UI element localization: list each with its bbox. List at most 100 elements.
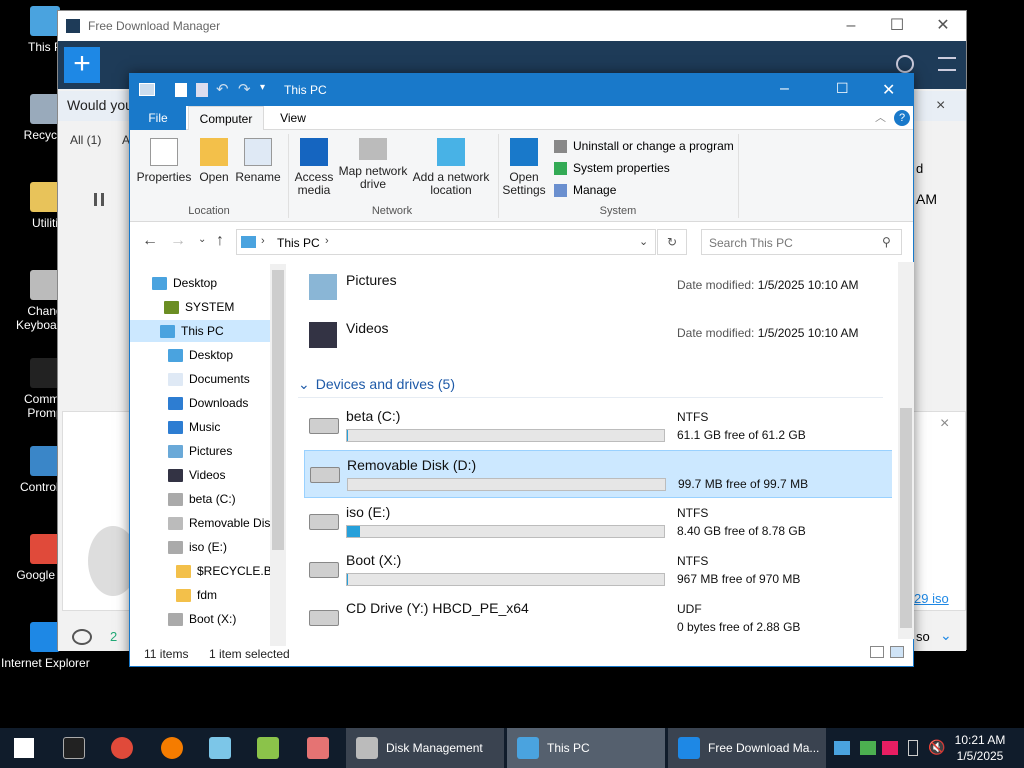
redo-icon[interactable]: ↷ — [238, 80, 251, 98]
tab-file[interactable]: File — [130, 106, 186, 130]
taskbar-this-pc[interactable]: This PC — [507, 728, 665, 768]
volume-muted-icon[interactable]: 🔇 — [928, 739, 945, 756]
group-header-devices[interactable]: ⌄ Devices and drives (5) — [298, 376, 883, 398]
explorer-window[interactable]: ↶ ↷ ▾ This PC – ☐ ✕ File Computer View ︿… — [129, 73, 914, 667]
recent-dropdown-icon[interactable]: ⌄ — [198, 234, 206, 245]
new-folder-qat-icon[interactable] — [196, 83, 208, 97]
maximize-button[interactable]: ☐ — [836, 80, 849, 97]
nav-item[interactable]: iso (E:) — [168, 536, 227, 558]
iso-text: so — [916, 629, 930, 644]
tiles-view-icon[interactable] — [890, 646, 904, 658]
folder-name: Videos — [346, 320, 389, 336]
tray-app-icon[interactable] — [860, 741, 876, 755]
taskbar-disk-management[interactable]: Disk Management — [346, 728, 504, 768]
nav-item[interactable]: Pictures — [168, 440, 232, 462]
help-icon[interactable]: ? — [894, 110, 910, 126]
chevron-down-icon[interactable]: ⌄ — [940, 627, 952, 644]
drive-item[interactable]: CD Drive (Y:) HBCD_PE_x64 UDF 0 bytes free… — [304, 594, 892, 637]
fdm-close-button[interactable]: ✕ — [920, 11, 966, 41]
tray-usb-icon[interactable] — [908, 740, 918, 756]
breadcrumb-this-pc[interactable]: This PC — [277, 236, 320, 250]
manage-button[interactable]: Manage — [554, 183, 616, 197]
system-properties-button[interactable]: System properties — [554, 161, 670, 175]
fdm-maximize-button[interactable]: ☐ — [874, 11, 920, 41]
nav-item[interactable]: Videos — [168, 464, 225, 486]
rename-button[interactable]: Rename — [234, 138, 282, 184]
add-download-button[interactable]: + — [64, 47, 100, 83]
open-settings-button[interactable]: Open Settings — [502, 138, 546, 197]
qat-dropdown-icon[interactable]: ▾ — [260, 82, 265, 93]
details-view-icon[interactable] — [870, 646, 884, 658]
nav-item[interactable]: Downloads — [168, 392, 248, 414]
drive-item[interactable]: beta (C:) NTFS 61.1 GB free of 61.2 GB — [304, 402, 892, 450]
taskbar-firefox[interactable] — [150, 728, 194, 768]
drive-item[interactable]: Removable Disk (D:) 99.7 MB free of 99.7 … — [304, 450, 892, 498]
drive-item[interactable]: Boot (X:) NTFS 967 MB free of 970 MB — [304, 546, 892, 594]
pause-icon[interactable] — [94, 193, 104, 206]
menu-icon[interactable] — [938, 57, 956, 71]
taskbar-cmd[interactable] — [52, 728, 96, 768]
taskbar-tool[interactable] — [296, 728, 340, 768]
tab-view[interactable]: View — [268, 106, 318, 130]
forward-arrow-icon[interactable]: → — [170, 232, 186, 250]
uninstall-button[interactable]: Uninstall or change a program — [554, 139, 734, 153]
banner-text: Would you — [67, 97, 133, 113]
nav-item[interactable]: Documents — [168, 368, 250, 390]
address-dropdown-icon[interactable]: ⌄ — [639, 235, 648, 248]
collapse-ribbon-icon[interactable]: ︿ — [875, 109, 886, 125]
undo-icon[interactable]: ↶ — [216, 80, 229, 98]
folder-item[interactable]: Videos Date modified: 1/5/2025 10:10 AM — [304, 314, 892, 362]
address-box[interactable]: › This PC › ⌄ — [236, 229, 656, 255]
nav-scrollbar[interactable] — [270, 264, 286, 646]
open-button[interactable]: Open — [194, 138, 234, 184]
fdm-minimize-button[interactable]: – — [828, 11, 874, 41]
folder-item[interactable]: Pictures Date modified: 1/5/2025 10:10 AM — [304, 266, 892, 314]
navigation-pane[interactable]: Desktop SYSTEM This PC Desktop Documents Down… — [130, 262, 285, 637]
tab-all[interactable]: All (1) — [70, 133, 101, 147]
add-location-button[interactable]: Add a network location — [410, 138, 492, 197]
drive-item[interactable]: iso (E:) NTFS 8.40 GB free of 8.78 GB — [304, 498, 892, 546]
search-icon[interactable]: ⚲ — [882, 235, 891, 249]
banner-close-button[interactable]: × — [936, 97, 945, 115]
minimize-button[interactable]: – — [780, 80, 789, 98]
desktop-app-icon — [30, 622, 60, 652]
nav-item[interactable]: CD Drive (Y:) H — [168, 632, 272, 637]
content-scrollbar[interactable] — [898, 262, 914, 639]
tab-computer[interactable]: Computer — [188, 106, 264, 130]
nav-item[interactable]: This PC — [130, 320, 270, 342]
taskbar-chrome[interactable] — [100, 728, 144, 768]
nav-item[interactable]: fdm — [176, 584, 217, 606]
taskbar-fdm[interactable]: Free Download Ma... — [668, 728, 826, 768]
nav-item[interactable]: beta (C:) — [168, 488, 236, 510]
access-media-button[interactable]: Access media — [292, 138, 336, 197]
taskbar-app[interactable] — [246, 728, 290, 768]
properties-button[interactable]: Properties — [136, 138, 192, 184]
nav-scrollbar-thumb[interactable] — [272, 270, 284, 550]
tray-color-icon[interactable] — [882, 741, 898, 755]
nav-item[interactable]: Desktop — [152, 272, 217, 294]
clock[interactable]: 10:21 AM 1/5/2025 — [950, 732, 1010, 764]
speed-icon[interactable] — [72, 629, 92, 645]
nav-item[interactable]: Music — [168, 416, 220, 438]
nav-item[interactable]: Boot (X:) — [168, 608, 236, 630]
nav-item-icon — [152, 276, 167, 290]
details-close-icon[interactable]: × — [940, 415, 949, 433]
content-scrollbar-thumb[interactable] — [900, 408, 912, 628]
nav-item[interactable]: SYSTEM — [164, 296, 234, 318]
taskbar-notepad[interactable] — [198, 728, 242, 768]
map-drive-button[interactable]: Map network drive — [336, 138, 410, 191]
tray-network-icon[interactable] — [834, 741, 850, 755]
content-pane[interactable]: Pictures Date modified: 1/5/2025 10:10 AM… — [292, 262, 892, 637]
properties-qat-icon[interactable] — [175, 83, 187, 97]
search-box[interactable]: Search This PC ⚲ — [701, 229, 902, 255]
back-arrow-icon[interactable]: ← — [142, 232, 158, 250]
up-arrow-icon[interactable]: ↑ — [216, 232, 224, 250]
nav-item[interactable]: Desktop — [168, 344, 233, 366]
refresh-button[interactable]: ↻ — [657, 229, 687, 255]
search-icon[interactable] — [896, 55, 914, 73]
nav-item[interactable]: Removable Dis — [168, 512, 270, 534]
iso-link[interactable]: 29 iso — [914, 591, 949, 606]
close-button[interactable]: ✕ — [882, 80, 895, 100]
start-button[interactable] — [0, 728, 48, 768]
nav-item[interactable]: $RECYCLE.BIN — [176, 560, 284, 582]
